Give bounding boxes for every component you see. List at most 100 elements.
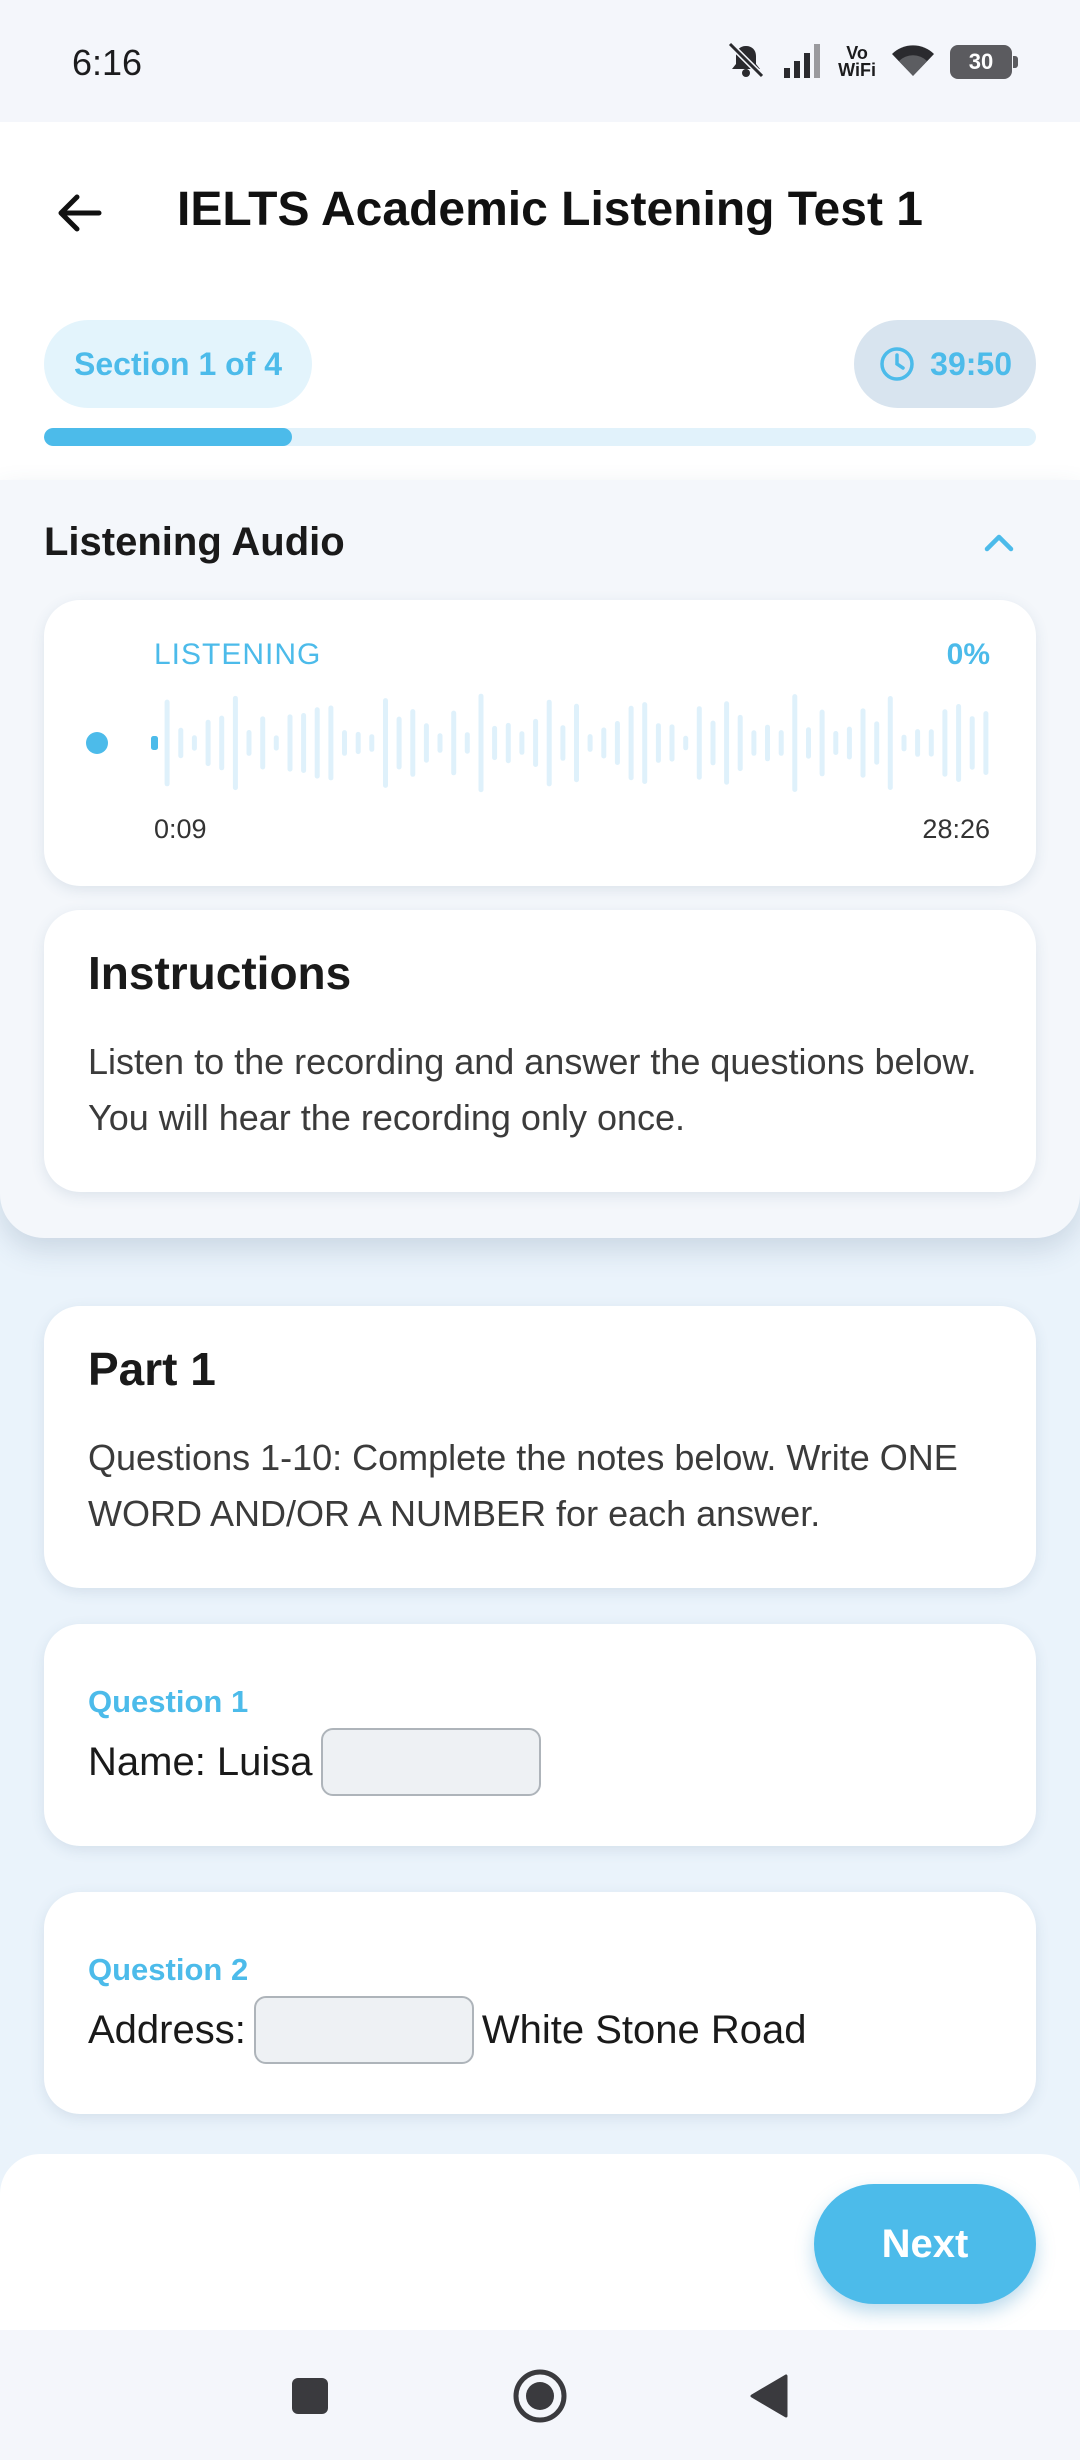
audio-state-label: LISTENING: [154, 638, 322, 671]
waveform-bar: [246, 730, 252, 756]
section-progress-fill: [44, 428, 292, 446]
instructions-title: Instructions: [88, 947, 352, 999]
live-indicator-dot: [86, 732, 108, 754]
question-prefix: Address:: [88, 2007, 246, 2052]
waveform-bar: [724, 701, 730, 785]
back-nav-button[interactable]: [740, 2366, 800, 2426]
home-circle-icon: [513, 2369, 567, 2423]
audio-total-time: 28:26: [922, 814, 990, 844]
waveform-bar: [314, 707, 320, 779]
waveform-bar: [765, 724, 770, 762]
vowifi-bottom: WiFi: [838, 60, 876, 80]
part-card: Part 1 Questions 1-10: Complete the note…: [44, 1306, 1036, 1588]
waveform-bar: [601, 727, 607, 759]
waveform-bar: [860, 708, 866, 778]
next-button[interactable]: Next: [814, 2184, 1036, 2304]
recents-button[interactable]: [280, 2366, 340, 2426]
part-instructions: Questions 1-10: Complete the notes below…: [88, 1437, 958, 1534]
waveform-bar: [369, 734, 375, 752]
waveform-bar: [301, 713, 307, 773]
mute-icon: [724, 40, 768, 85]
audio-current-time: 0:09: [154, 814, 207, 844]
waveform-bar: [956, 704, 962, 782]
waveform-bar: [874, 721, 880, 765]
question-label: Question 2: [88, 1952, 249, 1987]
collapse-audio-button[interactable]: [974, 518, 1024, 568]
waveform-bar: [915, 729, 921, 757]
waveform-bar: [806, 727, 811, 759]
waveform-bar: [342, 730, 347, 756]
waveform-bar: [533, 718, 539, 767]
wifi-icon: [890, 42, 936, 83]
waveform-bar: [969, 716, 975, 770]
chevron-up-icon: [984, 534, 1014, 552]
question-label: Question 1: [88, 1684, 249, 1719]
page-title: IELTS Academic Listening Test 1: [177, 183, 923, 236]
battery-level: 30: [968, 49, 994, 74]
waveform-bar: [819, 709, 825, 777]
waveform-bar: [219, 715, 225, 771]
waveform-bar: [628, 705, 634, 781]
question-prefix: Name: Luisa: [88, 1739, 313, 1784]
waveform-bar: [587, 734, 593, 752]
question-card: Question 2 Address: White Stone Road: [44, 1892, 1036, 2114]
home-button[interactable]: [510, 2366, 570, 2426]
waveform-bar: [574, 703, 579, 783]
question-row: Name: Luisa: [88, 1728, 549, 1796]
waveform-bar: [751, 730, 757, 756]
waveform-bar: [273, 735, 279, 751]
listening-audio-panel: Listening Audio LISTENING 0% 0:09 28:26 …: [0, 480, 1080, 1238]
audio-waveform[interactable]: [150, 688, 996, 798]
audio-panel-title: Listening Audio: [44, 520, 345, 564]
instructions-text: Listen to the recording and answer the q…: [88, 1041, 977, 1138]
waveform-bar: [464, 732, 470, 754]
section-progress-bar: [44, 428, 1036, 446]
waveform-bar: [846, 726, 852, 760]
waveform-bar: [710, 720, 716, 766]
waveform-bar: [792, 694, 798, 792]
bottom-action-bar: Next: [0, 2154, 1080, 2330]
waveform-bar: [614, 721, 620, 765]
waveform-bar: [423, 723, 429, 763]
instructions-card: Instructions Listen to the recording and…: [44, 910, 1036, 1192]
timer-badge: 39:50: [854, 320, 1036, 408]
question-row: Address: White Stone Road: [88, 1996, 807, 2064]
waveform-bar: [396, 716, 402, 770]
answer-input-2[interactable]: [253, 1996, 474, 2064]
waveform-bar: [437, 733, 443, 753]
waveform-bar: [901, 734, 907, 752]
waveform-bar: [451, 710, 457, 776]
waveform-bar: [178, 727, 184, 759]
signal-icon: [782, 42, 824, 83]
waveform-bar: [669, 724, 675, 762]
waveform-bar: [942, 709, 948, 777]
question-card: Question 1 Name: Luisa: [44, 1624, 1036, 1846]
waveform-bar: [191, 735, 197, 751]
system-nav-bar: [0, 2330, 1080, 2460]
waveform-bar: [164, 699, 170, 787]
waveform-bar: [328, 705, 334, 781]
waveform-bar: [778, 730, 784, 756]
section-indicator: Section 1 of 4: [44, 320, 313, 408]
waveform-bar: [928, 729, 934, 757]
waveform-bar: [505, 722, 511, 764]
timer-value: 39:50: [930, 345, 1012, 382]
waveform-bar: [151, 736, 158, 750]
waveform-bar: [355, 731, 361, 755]
status-icons: Vo WiFi 30: [724, 40, 1018, 85]
waveform-bar: [887, 696, 893, 790]
answer-input-1[interactable]: [320, 1728, 541, 1796]
waveform-bar: [232, 695, 238, 791]
app-header: IELTS Academic Listening Test 1 Section …: [0, 122, 1080, 480]
question-suffix: White Stone Road: [481, 2007, 807, 2052]
square-icon: [292, 2378, 328, 2414]
audio-percent: 0%: [946, 638, 990, 671]
waveform-bar: [205, 719, 211, 767]
waveform-bar: [383, 698, 388, 788]
waveform-bar: [546, 699, 552, 787]
waveform-bar: [696, 706, 702, 780]
clock-icon: [880, 347, 914, 381]
waveform-bar: [833, 731, 839, 755]
waveform-bar: [560, 725, 566, 761]
waveform-bar: [983, 711, 989, 775]
